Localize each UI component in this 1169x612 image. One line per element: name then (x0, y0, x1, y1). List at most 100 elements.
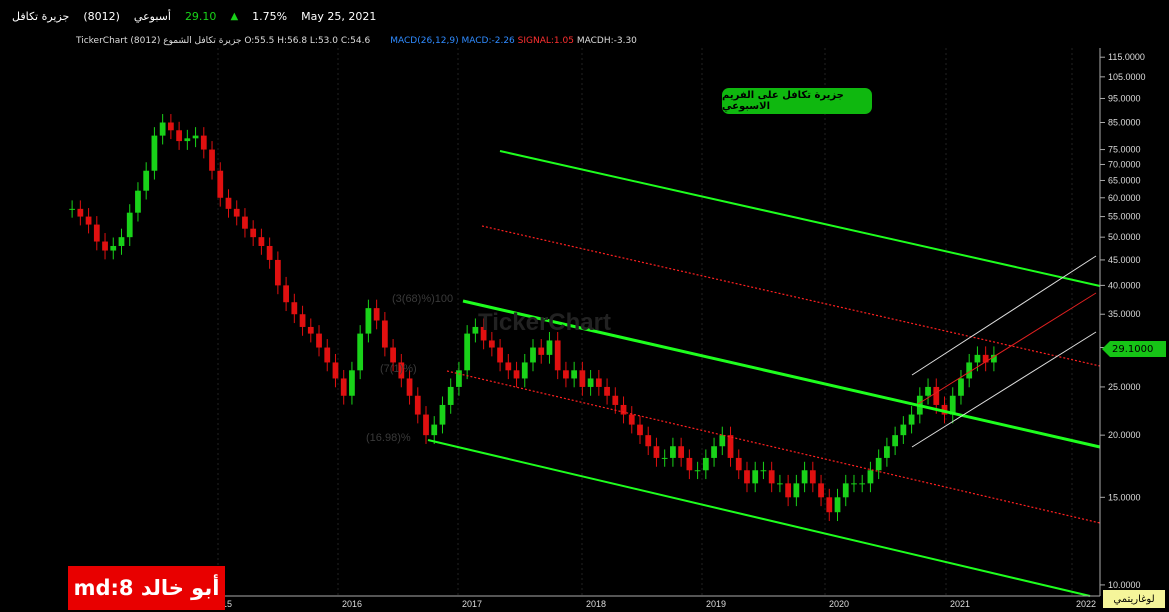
candle-body (357, 333, 364, 371)
candle-body (538, 347, 545, 355)
y-tick-label: 95.0000 (1108, 93, 1141, 103)
candle-body (209, 149, 215, 171)
candle-body (200, 135, 207, 150)
candle-body (307, 326, 314, 334)
y-tick-label: 50.0000 (1108, 232, 1141, 242)
candle-body (135, 190, 141, 213)
candle-body (768, 470, 775, 484)
candle-body (242, 216, 248, 229)
candle-body (324, 347, 331, 363)
candle-body (670, 446, 676, 458)
candle-body (554, 340, 561, 371)
candle-body (143, 170, 150, 191)
x-tick-label: 2020 (829, 599, 849, 609)
candle-body (900, 424, 907, 436)
x-tick-label: 2018 (586, 599, 606, 609)
candle-body (225, 197, 232, 209)
candle-body (612, 395, 619, 405)
candle-body (925, 386, 931, 396)
candle-body (93, 224, 100, 242)
candle-body (349, 370, 355, 396)
y-tick-label: 105.0000 (1108, 72, 1146, 82)
candle-body (102, 241, 108, 251)
candle-body (851, 483, 857, 485)
annotation-label[interactable]: جزيرة تكافل على الفريم الاسبوعي (722, 88, 872, 114)
candle-body (316, 333, 322, 348)
log-scale-button[interactable]: لوغاريتمي (1103, 590, 1165, 608)
candle-body (595, 378, 602, 387)
candle-body (727, 435, 734, 458)
candle-body (192, 135, 199, 139)
candle-body (423, 414, 429, 436)
candle-body (777, 483, 783, 485)
candle-body (77, 208, 84, 217)
y-tick-label: 65.0000 (1108, 175, 1141, 185)
price-chart[interactable]: (3(68)%)100 (7(1)%) (16.98)% 115.0000 105.0… (0, 0, 1169, 612)
watermark-text: TickerChart (478, 309, 611, 336)
candle-body (159, 122, 166, 136)
candle-body (744, 470, 750, 484)
candle-body (571, 370, 578, 379)
candle-body (628, 414, 635, 425)
candle-body (414, 395, 421, 415)
candle-body (299, 314, 306, 327)
candle-body (283, 285, 289, 303)
x-tick-label: 2016 (342, 599, 362, 609)
candle-body (447, 386, 454, 405)
y-tick-label: 60.0000 (1108, 193, 1141, 203)
y-tick-label: 45.0000 (1108, 255, 1141, 265)
candle-body (711, 446, 717, 458)
y-tick-label: 25.0000 (1108, 382, 1141, 392)
candle-body (176, 130, 182, 142)
candle-body (645, 435, 652, 447)
y-tick-label: 70.0000 (1108, 159, 1141, 169)
fib-label: (3(68)%)100 (392, 293, 453, 305)
candle-body (892, 435, 899, 447)
x-tick-label: 2019 (706, 599, 726, 609)
y-tick-label: 40.0000 (1108, 280, 1141, 290)
candle-body (110, 245, 117, 251)
candle-body (266, 245, 273, 260)
candle-body (760, 470, 767, 472)
upper-mid-dotted-line (481, 225, 1101, 367)
candle-body (826, 497, 833, 513)
y-tick-label: 115.0000 (1108, 52, 1145, 62)
fib-label: (7(1)%) (380, 363, 417, 375)
candle-body (530, 347, 536, 363)
candle-body (497, 347, 503, 363)
candle-body (587, 378, 594, 387)
candle-body (958, 378, 964, 396)
candle-body (365, 308, 372, 334)
candle-body (752, 470, 759, 484)
candle-body (933, 386, 940, 405)
candle-body (431, 424, 438, 436)
candle-body (488, 340, 495, 348)
candle-body (118, 237, 125, 246)
candle-body (258, 237, 265, 246)
candle-body (686, 457, 693, 471)
candle-body (464, 333, 471, 371)
x-tick-label: 2017 (462, 599, 482, 609)
candle-body (381, 320, 388, 348)
short-channel-lower (911, 331, 1097, 448)
candle-body (250, 228, 257, 238)
candle-body (233, 208, 240, 217)
candle-body (184, 138, 191, 142)
candle-body (291, 302, 298, 315)
candle-body (735, 457, 742, 471)
candle-body (678, 446, 685, 458)
fib-label: (16.98)% (366, 432, 411, 444)
candle-body (579, 370, 586, 387)
candle-body (439, 404, 446, 425)
current-price-flag: 29.1000 (1102, 341, 1166, 357)
candle-body (694, 470, 701, 472)
x-tick-label: 2021 (950, 599, 970, 609)
candle-body (340, 378, 347, 396)
candle-body (513, 370, 520, 379)
y-tick-label: 15.0000 (1108, 492, 1141, 502)
y-tick-label: 85.0000 (1108, 118, 1141, 128)
candle-body (406, 378, 413, 396)
candle-body (809, 470, 816, 484)
short-channel-upper (911, 255, 1097, 376)
candle-body (785, 483, 792, 498)
